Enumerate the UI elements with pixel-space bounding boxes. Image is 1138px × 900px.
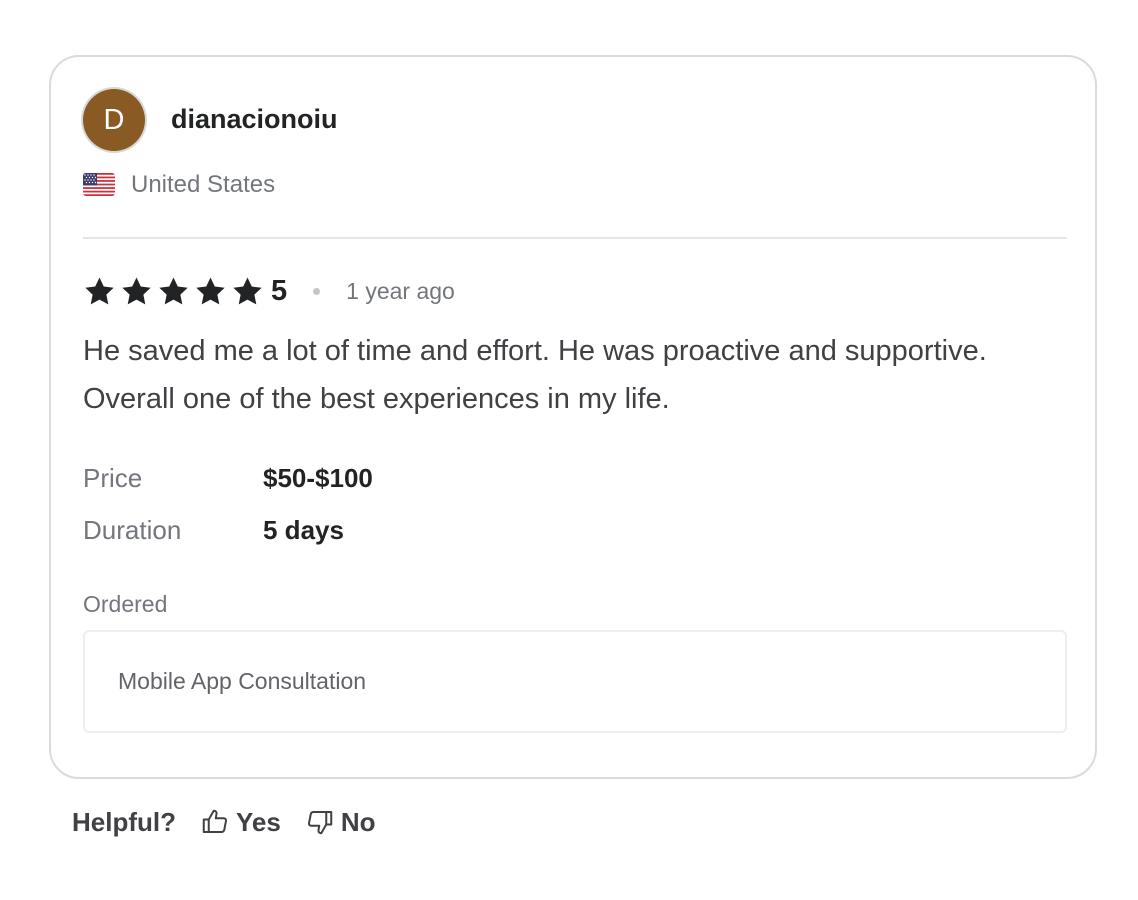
review-time: 1 year ago: [346, 277, 455, 304]
duration-label: Duration: [83, 515, 182, 545]
avatar-initial: D: [103, 104, 125, 136]
price-label: Price: [83, 463, 143, 493]
helpful-yes-button[interactable]: Yes: [200, 807, 281, 838]
helpful-label: Helpful?: [72, 806, 176, 837]
star-icon: [159, 276, 188, 304]
reviewer-name[interactable]: dianacionoiu: [171, 101, 338, 137]
reviewer-country: United States: [131, 171, 276, 198]
us-flag-icon: [83, 173, 115, 196]
star-rating: [83, 275, 264, 308]
divider: [83, 237, 1067, 239]
separator-dot: [313, 287, 321, 295]
ordered-item-box[interactable]: Mobile App Consultation: [83, 630, 1067, 733]
rating-row: 5 1 year ago: [83, 269, 455, 313]
rating-value: 5: [271, 274, 288, 307]
review-text: He saved me a lot of time and effort. He…: [83, 335, 987, 415]
star-icon: [233, 276, 262, 304]
ordered-label: Ordered: [83, 591, 168, 617]
review-card: D dianacionoiu United States 5 1 year ag…: [49, 55, 1097, 779]
star-icon: [196, 276, 225, 304]
helpful-no-label: No: [340, 806, 376, 837]
ordered-item-name[interactable]: Mobile App Consultation: [118, 666, 366, 696]
duration-value: 5 days: [263, 515, 344, 545]
star-icon: [122, 276, 151, 304]
thumbs-up-icon: [200, 807, 230, 837]
helpful-no-button[interactable]: No: [305, 807, 376, 838]
thumbs-down-icon: [305, 807, 335, 837]
star-icon: [85, 276, 114, 304]
helpful-row: Helpful? Yes No: [72, 803, 376, 841]
avatar[interactable]: D: [83, 89, 145, 151]
price-value: $50-$100: [263, 463, 373, 493]
helpful-yes-label: Yes: [236, 806, 281, 837]
